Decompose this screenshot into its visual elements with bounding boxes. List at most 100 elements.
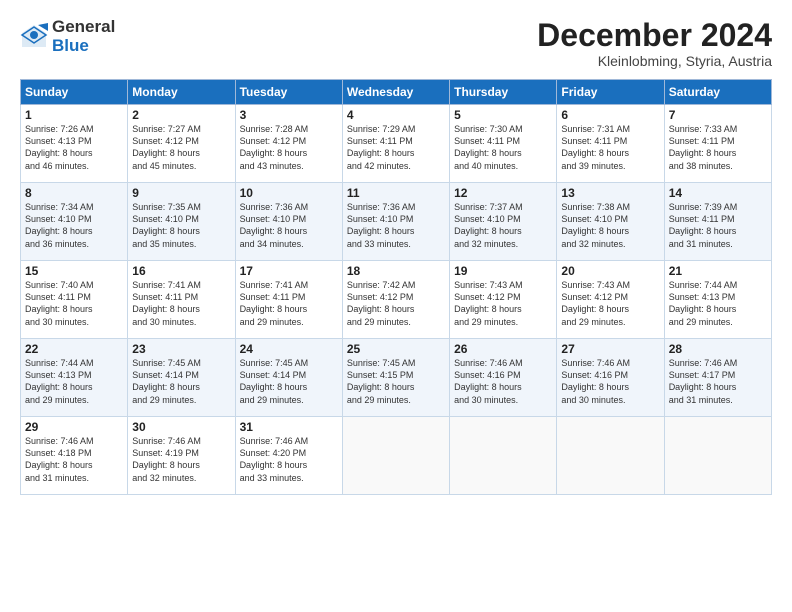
title-area: December 2024 Kleinlobming, Styria, Aust… bbox=[537, 18, 772, 69]
day-info: Sunrise: 7:46 AMSunset: 4:19 PMDaylight:… bbox=[132, 435, 230, 484]
day-number: 27 bbox=[561, 342, 659, 356]
day-number: 9 bbox=[132, 186, 230, 200]
day-info: Sunrise: 7:36 AMSunset: 4:10 PMDaylight:… bbox=[240, 201, 338, 250]
day-number: 11 bbox=[347, 186, 445, 200]
header-row: Sunday Monday Tuesday Wednesday Thursday… bbox=[21, 80, 772, 105]
col-sunday: Sunday bbox=[21, 80, 128, 105]
day-info: Sunrise: 7:33 AMSunset: 4:11 PMDaylight:… bbox=[669, 123, 767, 172]
calendar-week-1: 1Sunrise: 7:26 AMSunset: 4:13 PMDaylight… bbox=[21, 105, 772, 183]
day-info: Sunrise: 7:46 AMSunset: 4:16 PMDaylight:… bbox=[454, 357, 552, 406]
day-number: 10 bbox=[240, 186, 338, 200]
table-row: 17Sunrise: 7:41 AMSunset: 4:11 PMDayligh… bbox=[235, 261, 342, 339]
logo-icon bbox=[20, 23, 48, 51]
calendar-week-5: 29Sunrise: 7:46 AMSunset: 4:18 PMDayligh… bbox=[21, 417, 772, 495]
day-info: Sunrise: 7:42 AMSunset: 4:12 PMDaylight:… bbox=[347, 279, 445, 328]
table-row bbox=[557, 417, 664, 495]
day-info: Sunrise: 7:28 AMSunset: 4:12 PMDaylight:… bbox=[240, 123, 338, 172]
calendar-week-3: 15Sunrise: 7:40 AMSunset: 4:11 PMDayligh… bbox=[21, 261, 772, 339]
day-info: Sunrise: 7:26 AMSunset: 4:13 PMDaylight:… bbox=[25, 123, 123, 172]
day-info: Sunrise: 7:46 AMSunset: 4:16 PMDaylight:… bbox=[561, 357, 659, 406]
calendar-table: Sunday Monday Tuesday Wednesday Thursday… bbox=[20, 79, 772, 495]
month-title: December 2024 bbox=[537, 18, 772, 53]
day-number: 6 bbox=[561, 108, 659, 122]
table-row: 5Sunrise: 7:30 AMSunset: 4:11 PMDaylight… bbox=[450, 105, 557, 183]
day-number: 23 bbox=[132, 342, 230, 356]
header: General Blue December 2024 Kleinlobming,… bbox=[20, 18, 772, 69]
day-info: Sunrise: 7:41 AMSunset: 4:11 PMDaylight:… bbox=[132, 279, 230, 328]
day-info: Sunrise: 7:39 AMSunset: 4:11 PMDaylight:… bbox=[669, 201, 767, 250]
page: General Blue December 2024 Kleinlobming,… bbox=[0, 0, 792, 612]
table-row: 13Sunrise: 7:38 AMSunset: 4:10 PMDayligh… bbox=[557, 183, 664, 261]
day-info: Sunrise: 7:45 AMSunset: 4:14 PMDaylight:… bbox=[240, 357, 338, 406]
col-thursday: Thursday bbox=[450, 80, 557, 105]
table-row: 10Sunrise: 7:36 AMSunset: 4:10 PMDayligh… bbox=[235, 183, 342, 261]
day-number: 1 bbox=[25, 108, 123, 122]
day-info: Sunrise: 7:43 AMSunset: 4:12 PMDaylight:… bbox=[454, 279, 552, 328]
day-number: 3 bbox=[240, 108, 338, 122]
day-info: Sunrise: 7:46 AMSunset: 4:17 PMDaylight:… bbox=[669, 357, 767, 406]
day-info: Sunrise: 7:37 AMSunset: 4:10 PMDaylight:… bbox=[454, 201, 552, 250]
table-row: 3Sunrise: 7:28 AMSunset: 4:12 PMDaylight… bbox=[235, 105, 342, 183]
day-number: 8 bbox=[25, 186, 123, 200]
table-row: 24Sunrise: 7:45 AMSunset: 4:14 PMDayligh… bbox=[235, 339, 342, 417]
day-info: Sunrise: 7:43 AMSunset: 4:12 PMDaylight:… bbox=[561, 279, 659, 328]
table-row: 14Sunrise: 7:39 AMSunset: 4:11 PMDayligh… bbox=[664, 183, 771, 261]
day-number: 7 bbox=[669, 108, 767, 122]
table-row: 4Sunrise: 7:29 AMSunset: 4:11 PMDaylight… bbox=[342, 105, 449, 183]
table-row: 15Sunrise: 7:40 AMSunset: 4:11 PMDayligh… bbox=[21, 261, 128, 339]
day-number: 14 bbox=[669, 186, 767, 200]
table-row: 27Sunrise: 7:46 AMSunset: 4:16 PMDayligh… bbox=[557, 339, 664, 417]
table-row: 20Sunrise: 7:43 AMSunset: 4:12 PMDayligh… bbox=[557, 261, 664, 339]
day-info: Sunrise: 7:41 AMSunset: 4:11 PMDaylight:… bbox=[240, 279, 338, 328]
day-number: 4 bbox=[347, 108, 445, 122]
day-number: 17 bbox=[240, 264, 338, 278]
day-number: 15 bbox=[25, 264, 123, 278]
day-info: Sunrise: 7:31 AMSunset: 4:11 PMDaylight:… bbox=[561, 123, 659, 172]
table-row: 26Sunrise: 7:46 AMSunset: 4:16 PMDayligh… bbox=[450, 339, 557, 417]
day-info: Sunrise: 7:34 AMSunset: 4:10 PMDaylight:… bbox=[25, 201, 123, 250]
day-number: 13 bbox=[561, 186, 659, 200]
logo-blue-text: Blue bbox=[52, 37, 115, 56]
day-info: Sunrise: 7:45 AMSunset: 4:14 PMDaylight:… bbox=[132, 357, 230, 406]
day-info: Sunrise: 7:44 AMSunset: 4:13 PMDaylight:… bbox=[25, 357, 123, 406]
day-number: 25 bbox=[347, 342, 445, 356]
table-row: 30Sunrise: 7:46 AMSunset: 4:19 PMDayligh… bbox=[128, 417, 235, 495]
table-row: 7Sunrise: 7:33 AMSunset: 4:11 PMDaylight… bbox=[664, 105, 771, 183]
logo-general-text: General bbox=[52, 18, 115, 37]
day-number: 22 bbox=[25, 342, 123, 356]
col-saturday: Saturday bbox=[664, 80, 771, 105]
day-info: Sunrise: 7:30 AMSunset: 4:11 PMDaylight:… bbox=[454, 123, 552, 172]
day-number: 2 bbox=[132, 108, 230, 122]
day-number: 18 bbox=[347, 264, 445, 278]
col-tuesday: Tuesday bbox=[235, 80, 342, 105]
table-row: 16Sunrise: 7:41 AMSunset: 4:11 PMDayligh… bbox=[128, 261, 235, 339]
table-row bbox=[342, 417, 449, 495]
table-row: 28Sunrise: 7:46 AMSunset: 4:17 PMDayligh… bbox=[664, 339, 771, 417]
table-row: 19Sunrise: 7:43 AMSunset: 4:12 PMDayligh… bbox=[450, 261, 557, 339]
day-number: 29 bbox=[25, 420, 123, 434]
day-number: 26 bbox=[454, 342, 552, 356]
day-info: Sunrise: 7:35 AMSunset: 4:10 PMDaylight:… bbox=[132, 201, 230, 250]
table-row: 9Sunrise: 7:35 AMSunset: 4:10 PMDaylight… bbox=[128, 183, 235, 261]
day-info: Sunrise: 7:46 AMSunset: 4:20 PMDaylight:… bbox=[240, 435, 338, 484]
table-row: 21Sunrise: 7:44 AMSunset: 4:13 PMDayligh… bbox=[664, 261, 771, 339]
day-info: Sunrise: 7:38 AMSunset: 4:10 PMDaylight:… bbox=[561, 201, 659, 250]
day-number: 5 bbox=[454, 108, 552, 122]
day-number: 19 bbox=[454, 264, 552, 278]
day-info: Sunrise: 7:29 AMSunset: 4:11 PMDaylight:… bbox=[347, 123, 445, 172]
day-info: Sunrise: 7:45 AMSunset: 4:15 PMDaylight:… bbox=[347, 357, 445, 406]
day-number: 30 bbox=[132, 420, 230, 434]
table-row: 2Sunrise: 7:27 AMSunset: 4:12 PMDaylight… bbox=[128, 105, 235, 183]
table-row: 23Sunrise: 7:45 AMSunset: 4:14 PMDayligh… bbox=[128, 339, 235, 417]
day-info: Sunrise: 7:40 AMSunset: 4:11 PMDaylight:… bbox=[25, 279, 123, 328]
table-row: 31Sunrise: 7:46 AMSunset: 4:20 PMDayligh… bbox=[235, 417, 342, 495]
day-info: Sunrise: 7:46 AMSunset: 4:18 PMDaylight:… bbox=[25, 435, 123, 484]
table-row: 25Sunrise: 7:45 AMSunset: 4:15 PMDayligh… bbox=[342, 339, 449, 417]
day-number: 28 bbox=[669, 342, 767, 356]
table-row: 18Sunrise: 7:42 AMSunset: 4:12 PMDayligh… bbox=[342, 261, 449, 339]
day-number: 12 bbox=[454, 186, 552, 200]
day-info: Sunrise: 7:36 AMSunset: 4:10 PMDaylight:… bbox=[347, 201, 445, 250]
col-wednesday: Wednesday bbox=[342, 80, 449, 105]
day-number: 16 bbox=[132, 264, 230, 278]
table-row: 22Sunrise: 7:44 AMSunset: 4:13 PMDayligh… bbox=[21, 339, 128, 417]
